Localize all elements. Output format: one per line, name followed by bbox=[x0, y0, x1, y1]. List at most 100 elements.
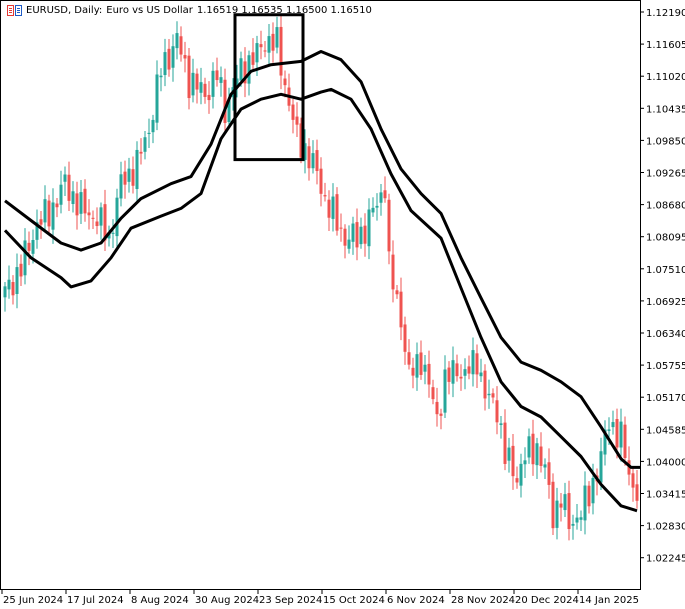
candle bbox=[363, 213, 367, 257]
candle bbox=[43, 185, 47, 233]
candle bbox=[451, 346, 455, 398]
candle-body bbox=[607, 429, 611, 431]
candle-body bbox=[115, 197, 119, 237]
candle-body bbox=[579, 517, 583, 520]
price-tick-label: 1.02830 bbox=[646, 522, 685, 533]
candle-body bbox=[251, 52, 255, 65]
candle bbox=[555, 487, 559, 540]
candle bbox=[115, 188, 119, 247]
candle bbox=[463, 358, 467, 390]
candle bbox=[171, 34, 175, 82]
candle bbox=[379, 183, 383, 216]
candle-body bbox=[43, 199, 47, 223]
candle bbox=[251, 38, 255, 71]
candle-body bbox=[495, 400, 499, 423]
candle-body bbox=[347, 239, 351, 249]
time-axis[interactable]: 25 Jun 2024 17 Jul 2024 8 Aug 2024 30 Aug 2… bbox=[1, 589, 639, 606]
candle bbox=[491, 388, 495, 404]
candle-body bbox=[623, 424, 627, 458]
plot-border bbox=[0, 0, 641, 590]
candle-body bbox=[175, 33, 179, 49]
candle-body bbox=[611, 422, 615, 428]
candle-body bbox=[247, 55, 251, 84]
candle-body bbox=[319, 168, 323, 194]
candle bbox=[575, 504, 579, 530]
candle bbox=[99, 202, 103, 240]
candle bbox=[531, 419, 535, 476]
candle bbox=[155, 60, 159, 131]
candle-body bbox=[75, 193, 79, 216]
candle-body bbox=[599, 451, 603, 483]
candle-body bbox=[443, 369, 447, 413]
candle bbox=[567, 480, 571, 541]
candle-body bbox=[467, 366, 471, 374]
candle bbox=[547, 448, 551, 499]
candle bbox=[119, 161, 123, 207]
candle-body bbox=[15, 267, 19, 294]
candle-body bbox=[551, 481, 555, 529]
candle-body bbox=[219, 77, 223, 83]
candle-body bbox=[127, 168, 131, 182]
date-tick-label: 14 Jan 2025 bbox=[579, 595, 639, 606]
candle-body bbox=[335, 194, 339, 231]
price-tick-label: 1.10435 bbox=[646, 104, 685, 115]
candle bbox=[459, 364, 463, 391]
candle bbox=[203, 77, 207, 104]
candle-body bbox=[331, 196, 335, 219]
candle-body bbox=[151, 119, 155, 133]
candle-body bbox=[615, 419, 619, 448]
candle-body bbox=[79, 192, 83, 214]
candle bbox=[23, 228, 27, 285]
candle bbox=[191, 58, 195, 103]
candle bbox=[355, 208, 359, 261]
candle bbox=[11, 275, 15, 305]
candle bbox=[523, 447, 527, 479]
candle bbox=[151, 114, 155, 144]
price-tick-label: 1.08095 bbox=[646, 233, 685, 244]
price-axis[interactable]: 1.12190 1.11605 1.11020 1.10435 1.09850 1.092… bbox=[640, 8, 685, 565]
candle bbox=[27, 231, 31, 266]
price-tick-label: 1.09850 bbox=[646, 136, 685, 147]
price-tick-label: 1.05755 bbox=[646, 361, 685, 372]
candle-body bbox=[343, 228, 347, 246]
candle-body bbox=[527, 436, 531, 458]
candle-body bbox=[143, 137, 147, 152]
candle bbox=[7, 265, 11, 299]
price-tick-label: 1.12190 bbox=[646, 8, 685, 19]
candle-body bbox=[391, 254, 395, 290]
candle-body bbox=[571, 523, 575, 526]
candle bbox=[295, 102, 299, 138]
candle bbox=[427, 350, 431, 398]
candle bbox=[583, 471, 587, 535]
candle-body bbox=[259, 44, 263, 48]
candle bbox=[467, 355, 471, 380]
candle bbox=[167, 39, 171, 77]
candle bbox=[335, 187, 339, 236]
candle bbox=[147, 118, 151, 149]
candle-body bbox=[95, 221, 99, 227]
candle bbox=[403, 316, 407, 365]
candle-body bbox=[563, 494, 567, 511]
candle bbox=[123, 160, 127, 199]
candle bbox=[411, 357, 415, 389]
price-tick-label: 1.07510 bbox=[646, 265, 685, 276]
candle bbox=[79, 180, 83, 225]
candle bbox=[103, 189, 107, 251]
candle-body bbox=[283, 78, 287, 86]
candle bbox=[59, 170, 63, 214]
candle-body bbox=[223, 79, 227, 123]
candle bbox=[111, 219, 115, 248]
candle-body bbox=[523, 460, 527, 465]
candle-body bbox=[167, 48, 171, 70]
candle-body bbox=[267, 36, 271, 53]
candle-body bbox=[367, 209, 371, 247]
candle-body bbox=[463, 369, 467, 376]
candle bbox=[311, 140, 315, 174]
candle bbox=[415, 342, 419, 391]
candle bbox=[131, 156, 135, 194]
candle bbox=[399, 277, 403, 341]
candle-body bbox=[295, 116, 299, 125]
candle-body bbox=[39, 219, 43, 225]
date-tick-label: 8 Aug 2024 bbox=[131, 595, 189, 606]
price-chart[interactable]: 1.12190 1.11605 1.11020 1.10435 1.09850 1.092… bbox=[0, 0, 685, 609]
